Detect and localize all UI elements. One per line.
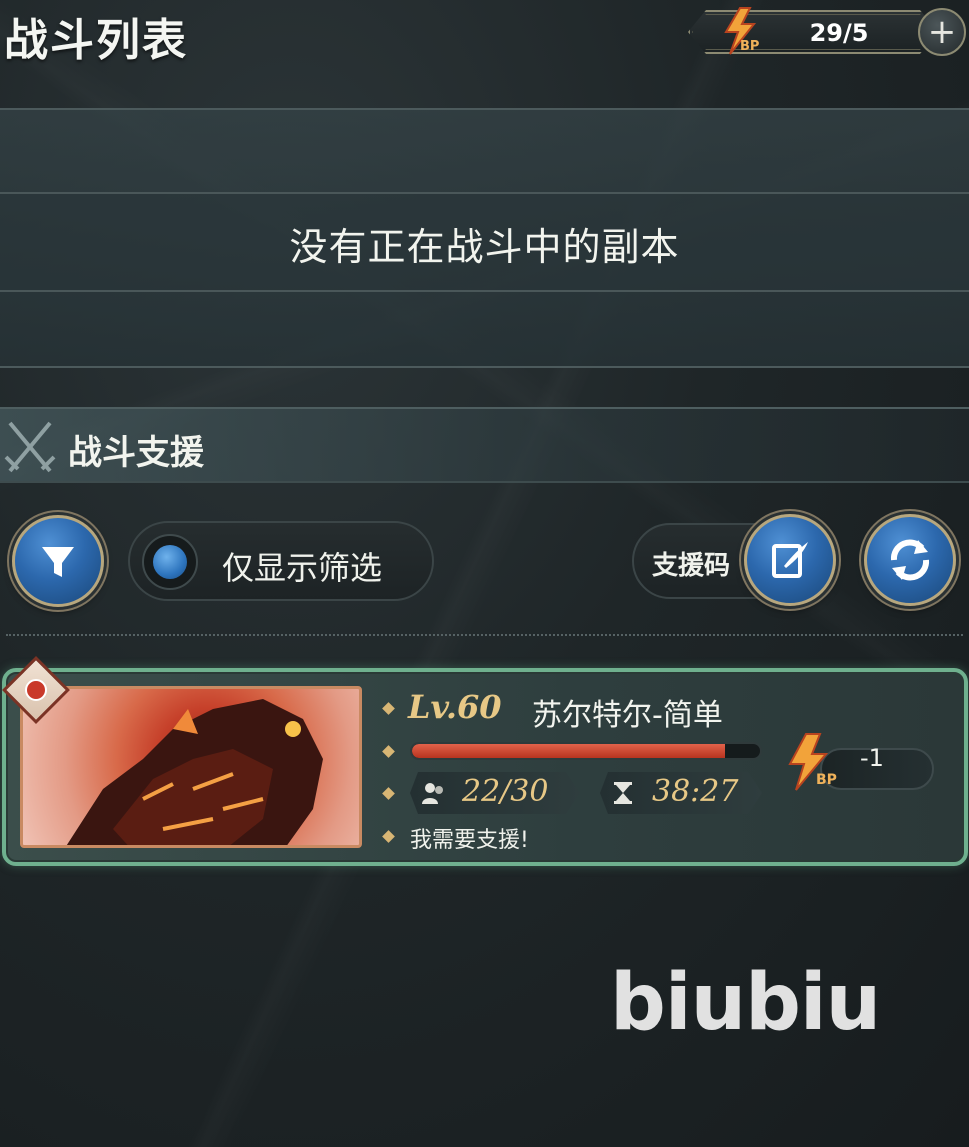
- crossed-swords-icon: [4, 417, 56, 477]
- refresh-icon: [890, 539, 930, 581]
- time-left: 38:27: [652, 774, 739, 809]
- toggle-indicator: [142, 534, 198, 590]
- filter-only-label: 仅显示筛选: [222, 549, 383, 587]
- bp-cost-unit: BP: [816, 772, 837, 788]
- bp-cost: BP -1: [786, 732, 946, 796]
- fire-element-icon: [24, 679, 47, 701]
- support-code-button[interactable]: [744, 514, 836, 606]
- empty-battles-message: 没有正在战斗中的副本: [289, 225, 680, 269]
- time-left-chip: 38:27: [600, 772, 762, 814]
- support-request-card[interactable]: Lv.60 苏尔特尔-简单 22/30 38:27 我需要支援! BP -1: [2, 656, 968, 866]
- players-icon: [420, 780, 446, 806]
- support-section-title: 战斗支援: [68, 433, 204, 473]
- support-section-header: 战斗支援: [0, 407, 969, 483]
- bp-counter[interactable]: BP 29/5 +: [688, 6, 966, 58]
- bullet-diamond: [382, 787, 395, 800]
- add-bp-button[interactable]: +: [918, 8, 966, 56]
- toolbar-divider: [6, 634, 963, 638]
- funnel-icon: [42, 547, 74, 577]
- boss-hp-bar: [410, 742, 762, 760]
- bp-value: 29/5: [809, 19, 869, 47]
- hourglass-icon: [610, 780, 636, 806]
- boss-hp-fill: [412, 744, 726, 758]
- boss-level: Lv.60: [408, 688, 502, 726]
- help-message: 我需要支援!: [410, 828, 529, 853]
- bullet-diamond: [382, 702, 395, 715]
- players-count-chip: 22/30: [410, 772, 580, 814]
- filter-only-toggle[interactable]: 仅显示筛选: [128, 521, 434, 601]
- boss-name: 苏尔特尔-简单: [532, 698, 723, 733]
- watermark-logo: biubiu: [610, 958, 881, 1048]
- bullet-diamond: [382, 745, 395, 758]
- filter-button[interactable]: [12, 515, 104, 607]
- page-title: 战斗列表: [4, 15, 188, 66]
- boss-thumbnail: [20, 686, 362, 848]
- plus-icon: +: [927, 12, 957, 52]
- quill-paper-icon: [772, 542, 808, 578]
- bp-unit-label: BP: [740, 39, 760, 54]
- support-code-label: 支援码: [652, 551, 731, 581]
- refresh-button[interactable]: [864, 514, 956, 606]
- bullet-diamond: [382, 830, 395, 843]
- players-count: 22/30: [462, 774, 549, 809]
- bp-cost-value: -1: [860, 744, 884, 772]
